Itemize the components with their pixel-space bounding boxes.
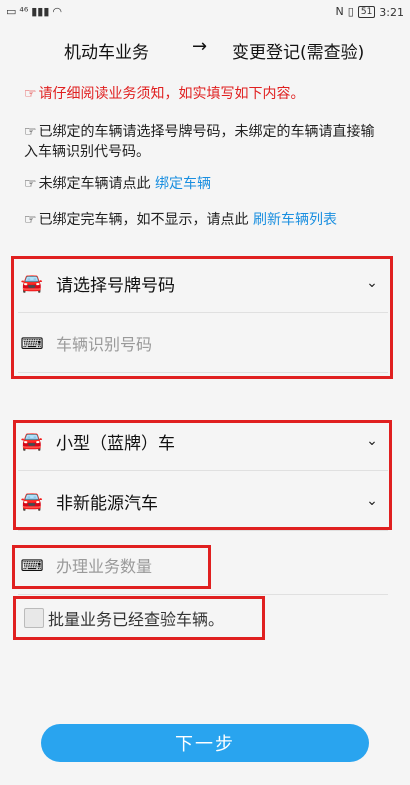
signal-icon: ▮▮▮: [31, 5, 50, 18]
pointing-hand-icon: ☞: [24, 212, 37, 228]
business-title: 变更登记(需查验): [232, 43, 365, 63]
refresh-notice-text: 已绑定完车辆，如不显示，请点此: [38, 212, 249, 228]
unbound-notice-text: 未绑定车辆请点此: [38, 176, 151, 192]
bind-vehicle-link[interactable]: 绑定车辆: [155, 176, 211, 192]
highlight-box: [13, 420, 392, 530]
bound-notice: ☞ 已绑定的车辆请选择号牌号码，未绑定的车辆请直接输入车辆识别代号码。: [24, 122, 384, 162]
arrow-right-icon: →: [192, 36, 208, 57]
refresh-vehicle-list-link[interactable]: 刷新车辆列表: [253, 212, 337, 228]
highlight-box: [12, 545, 211, 589]
status-bar: ▭ ⁴⁶ ▮▮▮ ◠ N ▯ 51 3:21: [0, 0, 410, 26]
network-type-icon: ⁴⁶: [19, 5, 29, 18]
refresh-notice: ☞ 已绑定完车辆，如不显示，请点此 刷新车辆列表: [24, 210, 384, 230]
status-time: 3:21: [379, 5, 404, 19]
pointing-hand-icon: ☞: [24, 86, 37, 102]
wifi-icon: ◠: [52, 5, 63, 18]
read-notice-text: 请仔细阅读业务须知，如实填写如下内容。: [38, 86, 305, 102]
page-header: 机动车业务 → 变更登记(需查验): [0, 28, 410, 66]
category-title: 机动车业务: [64, 43, 149, 63]
pointing-hand-icon: ☞: [24, 124, 37, 140]
notification-icon: ▭: [6, 5, 17, 18]
unbound-notice: ☞ 未绑定车辆请点此 绑定车辆: [24, 174, 384, 194]
battery-icon: 51: [357, 6, 376, 18]
vibrate-icon: ▯: [347, 5, 354, 18]
highlight-box: [11, 256, 393, 379]
bound-notice-text: 已绑定的车辆请选择号牌号码，未绑定的车辆请直接输入车辆识别代号码。: [24, 124, 375, 160]
nfc-icon: N: [335, 5, 344, 18]
next-step-button[interactable]: 下一步: [41, 724, 369, 762]
highlight-box: [13, 596, 265, 640]
read-notice: ☞ 请仔细阅读业务须知，如实填写如下内容。: [24, 84, 384, 104]
pointing-hand-icon: ☞: [24, 176, 37, 192]
